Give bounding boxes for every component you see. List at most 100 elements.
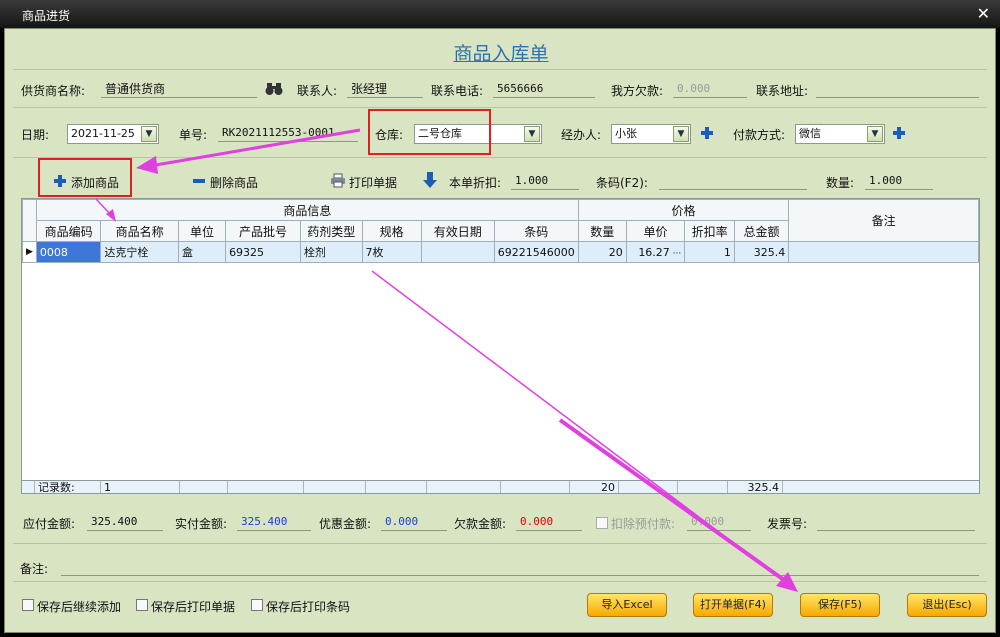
footer-cell xyxy=(227,481,303,493)
ellipsis-icon[interactable]: ··· xyxy=(670,249,682,259)
footer-qty: 20 xyxy=(569,481,618,493)
remark-field[interactable] xyxy=(61,558,979,576)
discount-amount-label: 优惠金额: xyxy=(319,517,372,531)
column-header[interactable]: 总金额 xyxy=(733,220,790,242)
chevron-down-icon[interactable]: ▼ xyxy=(867,126,883,142)
add-payment-icon[interactable] xyxy=(892,126,906,140)
delete-product-button[interactable]: 删除商品 xyxy=(210,174,258,191)
footer-total: 325.4 xyxy=(727,481,782,493)
option-label[interactable]: 保存后打印单据 xyxy=(151,598,235,615)
chevron-down-icon[interactable]: ▼ xyxy=(673,126,689,142)
handler-select[interactable]: 小张 ▼ xyxy=(611,124,691,144)
plus-icon[interactable] xyxy=(53,174,67,188)
cell-price-value: 16.27 xyxy=(638,245,670,259)
column-header[interactable]: 产品批号 xyxy=(225,220,301,242)
cell-expiry[interactable] xyxy=(420,241,495,263)
cell-code[interactable]: 0008 xyxy=(35,241,102,263)
actual-field[interactable]: 325.400 xyxy=(237,513,311,531)
prepay-checkbox[interactable] xyxy=(596,517,608,529)
qty-label: 数量: xyxy=(826,176,855,190)
cell-total[interactable]: 325.4 xyxy=(733,241,790,263)
minus-icon[interactable] xyxy=(193,179,205,183)
cell-barcode[interactable]: 69221546000 xyxy=(493,241,579,263)
save-button[interactable]: 保存(F5) xyxy=(800,593,880,617)
page-title: 商品入库单 xyxy=(453,43,549,65)
cell-unit[interactable]: 盒 xyxy=(178,241,227,263)
date-label: 日期: xyxy=(21,128,50,142)
option-label[interactable]: 保存后打印条码 xyxy=(266,598,350,615)
debt-field: 0.000 xyxy=(673,80,747,98)
cell-discount[interactable]: 1 xyxy=(684,241,735,263)
printer-icon[interactable] xyxy=(330,173,346,188)
owed-field: 0.000 xyxy=(516,513,582,531)
payment-value: 微信 xyxy=(799,127,821,140)
column-header[interactable]: 数量 xyxy=(577,220,627,242)
footer-cell xyxy=(365,481,426,493)
column-header[interactable]: 商品名称 xyxy=(100,220,180,242)
owed-label: 欠款金额: xyxy=(454,517,507,531)
column-header[interactable]: 单位 xyxy=(178,220,227,242)
option-checkbox[interactable] xyxy=(22,599,34,611)
group-header: 价格 xyxy=(577,199,790,221)
option-label[interactable]: 保存后继续添加 xyxy=(37,598,121,615)
footer-cell xyxy=(677,481,727,493)
supplier-field[interactable]: 普通供货商 xyxy=(101,80,257,98)
date-picker[interactable]: 2021-11-25 ▼ xyxy=(67,124,159,144)
discount-amount-field[interactable]: 0.000 xyxy=(381,513,447,531)
cell-type[interactable]: 栓剂 xyxy=(299,241,363,263)
payable-field: 325.400 xyxy=(87,513,163,531)
payable-label: 应付金额: xyxy=(23,517,76,531)
invoice-field[interactable] xyxy=(817,513,975,531)
order-number-field[interactable]: RK2021112553-0001 xyxy=(218,124,358,142)
footer-cell xyxy=(500,481,569,493)
column-header[interactable]: 商品编码 xyxy=(35,220,102,242)
binoculars-icon[interactable] xyxy=(265,82,283,96)
column-header[interactable]: 单价 xyxy=(625,220,686,242)
title-bar: 商品进货 ✕ xyxy=(0,0,1000,28)
payment-select[interactable]: 微信 ▼ xyxy=(795,124,885,144)
address-field[interactable] xyxy=(816,80,979,98)
qty-field[interactable]: 1.000 xyxy=(865,172,933,190)
open-order-button[interactable]: 打开单据(F4) xyxy=(693,593,773,617)
column-header[interactable]: 有效日期 xyxy=(420,220,495,242)
footer-count: 1 xyxy=(100,481,179,493)
chevron-down-icon[interactable]: ▼ xyxy=(141,126,157,142)
exit-button[interactable]: 退出(Esc) xyxy=(907,593,987,617)
import-excel-button[interactable]: 导入Excel xyxy=(587,593,667,617)
product-grid[interactable]: 商品信息 价格 备注 商品编码 商品名称 单位 产品批号 药剂类型 规格 有效日… xyxy=(21,198,980,494)
remark-label: 备注: xyxy=(20,562,49,576)
discount-label: 本单折扣: xyxy=(449,176,502,190)
column-header[interactable]: 规格 xyxy=(361,220,422,242)
close-icon[interactable]: ✕ xyxy=(977,4,990,23)
order-label: 单号: xyxy=(179,128,208,142)
cell-price[interactable]: 16.27 ··· xyxy=(625,241,686,263)
cell-remark[interactable] xyxy=(788,241,979,263)
chevron-down-icon[interactable]: ▼ xyxy=(524,126,540,142)
discount-field[interactable]: 1.000 xyxy=(511,172,579,190)
column-header: 备注 xyxy=(788,199,979,242)
cell-batch[interactable]: 69325 xyxy=(225,241,301,263)
cell-spec[interactable]: 7枚 xyxy=(361,241,422,263)
highlight-box xyxy=(368,109,491,155)
form-window: 商品入库单 供货商名称: 普通供货商 联系人: 张经理 联系电话: 565666… xyxy=(4,28,996,633)
address-label: 联系地址: xyxy=(756,84,809,98)
divider xyxy=(13,107,987,108)
column-header[interactable]: 药剂类型 xyxy=(299,220,363,242)
contact-field[interactable]: 张经理 xyxy=(347,80,423,98)
print-button[interactable]: 打印单据 xyxy=(349,174,397,191)
barcode-field[interactable] xyxy=(659,172,807,190)
column-header[interactable]: 折扣率 xyxy=(684,220,735,242)
add-product-button[interactable]: 添加商品 xyxy=(71,174,119,191)
option-checkbox[interactable] xyxy=(136,599,148,611)
option-checkbox[interactable] xyxy=(251,599,263,611)
handler-value: 小张 xyxy=(615,127,637,140)
cell-qty[interactable]: 20 xyxy=(577,241,627,263)
column-header[interactable]: 条码 xyxy=(493,220,579,242)
row-indicator-header xyxy=(22,199,37,242)
contact-label: 联系人: xyxy=(297,84,338,98)
cell-name[interactable]: 达克宁栓 xyxy=(100,241,180,263)
add-handler-icon[interactable] xyxy=(700,126,714,140)
table-row[interactable]: ▶ 0008 达克宁栓 盒 69325 栓剂 7枚 69221546000 20… xyxy=(22,241,979,263)
phone-field[interactable]: 5656666 xyxy=(493,80,595,98)
payment-label: 付款方式: xyxy=(733,128,786,142)
